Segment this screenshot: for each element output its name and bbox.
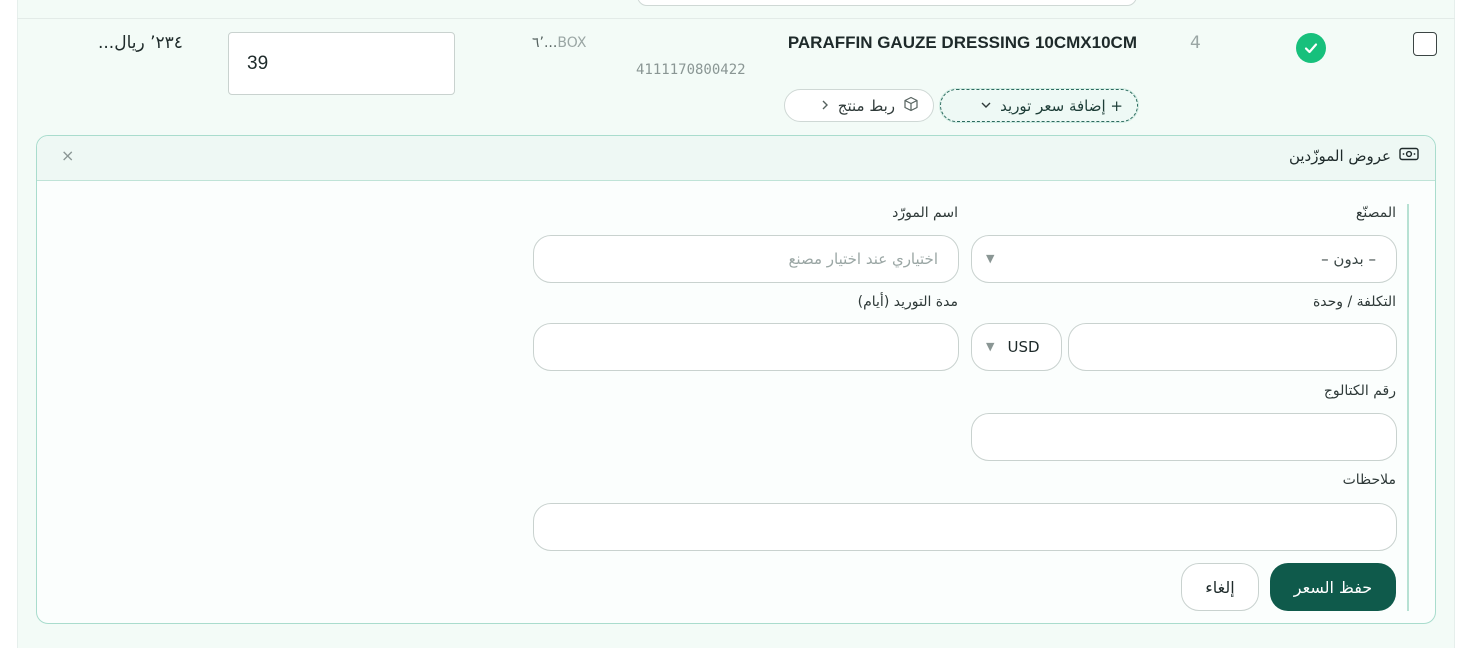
lead-time-label: مدة التوريد (أيام)	[857, 294, 958, 310]
unit-label: BOX	[557, 35, 587, 51]
manufacturer-label: المصنّع	[1355, 205, 1396, 221]
catalog-number-label: رقم الكتالوج	[1323, 383, 1396, 399]
notes-label: ملاحظات	[1342, 472, 1396, 488]
lead-time-input[interactable]	[533, 323, 959, 371]
money-icon	[1399, 147, 1419, 165]
quantity-input[interactable]: 39	[228, 32, 455, 95]
panel-title: عروض الموزّدين	[1289, 147, 1419, 165]
chevron-right-icon	[820, 97, 830, 115]
save-price-button[interactable]: حفظ السعر	[1270, 563, 1396, 611]
row-index: 4	[1190, 33, 1201, 53]
caret-down-icon: ▼	[986, 340, 995, 353]
row-divider	[17, 18, 1455, 19]
manufacturer-select[interactable]: – بدون – ▼	[971, 235, 1397, 283]
product-code: 4111170800422	[636, 62, 746, 78]
panel-header: عروض الموزّدين ×	[37, 136, 1435, 181]
currency-select[interactable]: USD ▼	[971, 323, 1062, 371]
add-supply-price-label: + إضافة سعر توريد	[1000, 96, 1123, 115]
currency-value: USD	[1007, 338, 1040, 356]
cost-label: التكلفة / وحدة	[1312, 294, 1396, 310]
panel-accent-rule	[1407, 204, 1409, 611]
supplier-name-input[interactable]: اختياري عند اختيار مصنع	[533, 235, 959, 283]
cube-icon	[903, 96, 919, 116]
manufacturer-value: – بدون –	[1321, 250, 1376, 268]
previous-row-chip-edge	[637, 0, 1137, 6]
close-icon[interactable]: ×	[61, 146, 74, 165]
notes-input[interactable]	[533, 503, 1397, 551]
row-select-checkbox[interactable]	[1413, 32, 1437, 56]
cancel-button[interactable]: إلغاء	[1181, 563, 1259, 611]
supplier-offers-panel: عروض الموزّدين × المصنّع اسم المورّد – ب…	[36, 135, 1436, 624]
panel-title-text: عروض الموزّدين	[1288, 147, 1391, 165]
status-check-icon	[1296, 33, 1326, 63]
cost-input[interactable]	[1068, 323, 1397, 371]
supplier-name-placeholder: اختياري عند اختيار مصنع	[788, 250, 938, 268]
supplier-name-label: اسم المورّد	[892, 205, 958, 221]
page: 4 PARAFFIN GAUZE DRESSING 10CMX10CM 4111…	[0, 0, 1473, 648]
product-name: PARAFFIN GAUZE DRESSING 10CMX10CM	[787, 33, 1137, 52]
link-product-button[interactable]: ربط منتج	[784, 89, 934, 122]
quantity-value: 39	[247, 52, 269, 74]
caret-down-icon: ▼	[986, 252, 995, 265]
chevron-down-icon	[980, 97, 992, 115]
row-total: ...٢٣٤’ ريال	[98, 33, 183, 53]
catalog-number-input[interactable]	[971, 413, 1397, 461]
add-supply-price-button[interactable]: + إضافة سعر توريد	[940, 89, 1138, 122]
link-product-label: ربط منتج	[837, 96, 895, 115]
unit-price: ٦’...BOX	[532, 35, 586, 51]
unit-price-value: ٦’...	[532, 35, 558, 51]
